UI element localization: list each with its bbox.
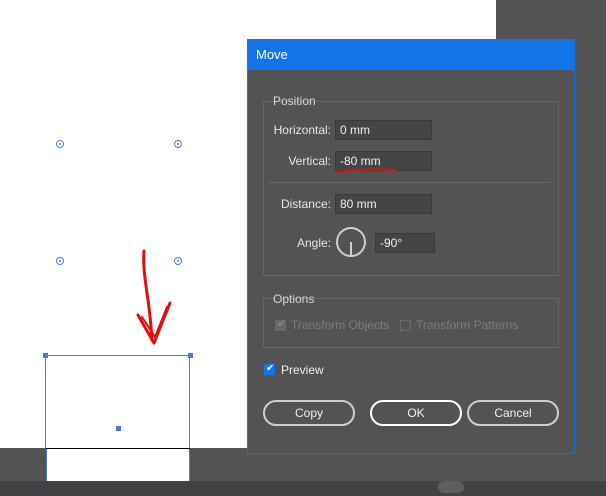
- preview-checkbox[interactable]: ✔: [264, 363, 275, 375]
- horizontal-label: Horizontal:: [273, 123, 331, 137]
- anchor-point-top-right[interactable]: [174, 140, 182, 148]
- transform-patterns-checkbox[interactable]: [400, 320, 411, 331]
- cancel-button[interactable]: Cancel: [467, 400, 559, 426]
- horizontal-field[interactable]: 0 mm: [335, 120, 432, 140]
- selection-handle-top-left[interactable]: [43, 353, 48, 358]
- distance-label: Distance:: [280, 197, 331, 211]
- scrollbar-thumb[interactable]: [438, 481, 464, 493]
- down-arrow-annotation-icon: [136, 249, 172, 345]
- anchor-point-top-left[interactable]: [56, 140, 64, 148]
- transform-objects-label: Transform Objects: [291, 318, 390, 332]
- selection-center-point: [116, 426, 121, 431]
- underline-annotation-icon: [336, 168, 396, 173]
- check-icon: ✔: [266, 363, 275, 374]
- transform-objects-checkbox[interactable]: ✔: [275, 319, 286, 331]
- check-icon: ✔: [277, 319, 286, 330]
- angle-dial-icon[interactable]: [336, 227, 366, 257]
- selected-rectangle-lower: [46, 449, 190, 481]
- position-separator: [268, 182, 550, 183]
- position-group-title: Position: [273, 94, 316, 108]
- angle-label: Angle:: [296, 236, 331, 250]
- distance-field[interactable]: 80 mm: [335, 194, 432, 214]
- ok-button[interactable]: OK: [370, 400, 462, 426]
- transform-patterns-label: Transform Patterns: [416, 318, 519, 332]
- selection-handle-top-right[interactable]: [188, 353, 193, 358]
- anchor-point-bottom-left[interactable]: [56, 257, 64, 265]
- horizontal-scrollbar[interactable]: [0, 481, 606, 496]
- options-group-title: Options: [273, 292, 315, 306]
- angle-field[interactable]: -90°: [375, 233, 435, 253]
- copy-button[interactable]: Copy: [263, 400, 355, 426]
- preview-label: Preview: [281, 363, 324, 377]
- dialog-title[interactable]: Move: [248, 40, 574, 70]
- vertical-label: Vertical:: [288, 154, 331, 168]
- move-dialog: Move Position Horizontal: 0 mm Vertical:…: [247, 39, 575, 454]
